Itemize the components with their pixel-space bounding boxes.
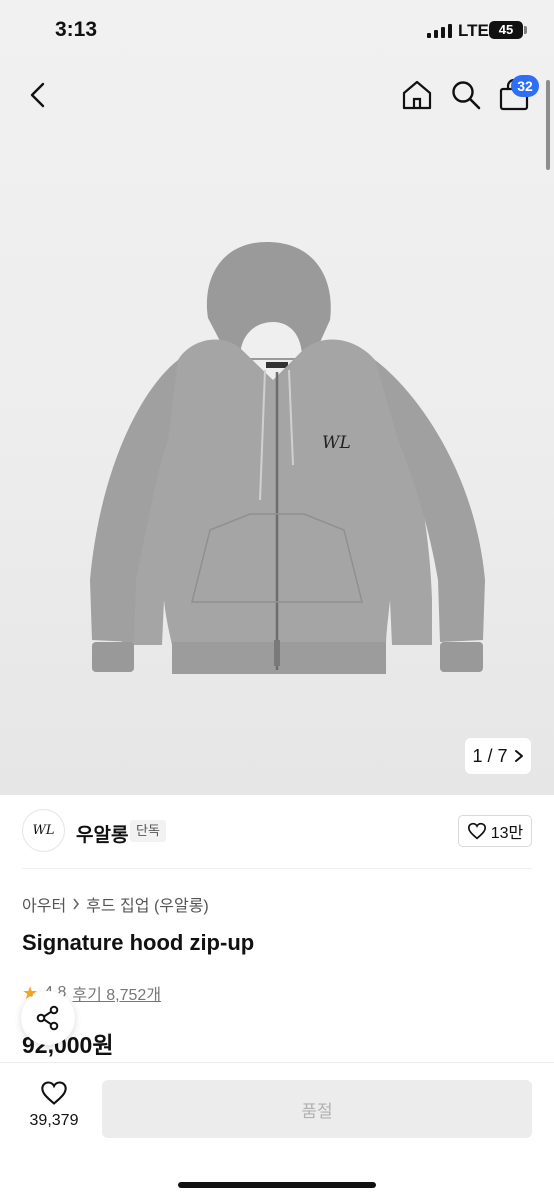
battery-tip (524, 26, 527, 34)
exclusive-badge: 단독 (130, 820, 166, 842)
network-label: LTE (458, 21, 489, 40)
scroll-indicator (546, 80, 550, 170)
cart-count-badge: 32 (511, 75, 539, 97)
pager-label: 1 / 7 (472, 745, 508, 766)
status-bar: 3:13 LTE 45 (0, 0, 554, 62)
brand-like-button[interactable]: 13만 (458, 815, 532, 847)
home-indicator (178, 1182, 376, 1188)
heart-icon (467, 822, 486, 840)
wishlist-button[interactable]: 39,379 (22, 1080, 86, 1140)
home-icon[interactable] (400, 78, 434, 112)
gallery-pager[interactable]: 1 / 7 (465, 738, 531, 774)
search-icon[interactable] (449, 78, 483, 112)
product-title: Signature hood zip-up (22, 930, 255, 955)
brand-like-count: 13만 (490, 825, 524, 842)
clock: 3:13 (55, 18, 98, 41)
chevron-right-icon (514, 750, 523, 762)
product-image[interactable]: WL (90, 240, 485, 680)
breadcrumb: 아우터 후드 집업 (우알롱) (22, 892, 209, 916)
product-page: 3:13 LTE 45 32 WL 1 / 7 WL 우알롱 단독 13만 아우… (0, 0, 554, 1200)
wishlist-count: 39,379 (29, 1112, 79, 1129)
brand-name[interactable]: 우알롱 (76, 820, 128, 847)
signal-icon (427, 24, 452, 38)
divider (22, 868, 532, 869)
battery-icon: 45 (489, 21, 523, 39)
breadcrumb-subcategory[interactable]: 후드 집업 (우알롱) (86, 892, 209, 916)
breadcrumb-category[interactable]: 아우터 (22, 892, 66, 916)
sold-out-button[interactable]: 품절 (102, 1080, 532, 1138)
share-button[interactable] (21, 991, 75, 1045)
svg-text:WL: WL (322, 433, 351, 453)
review-link[interactable]: 후기 8,752개 (72, 981, 161, 1005)
heart-icon (41, 1081, 67, 1105)
product-gallery[interactable]: 3:13 LTE 45 32 WL 1 / 7 (0, 0, 554, 795)
chevron-right-icon (73, 898, 80, 910)
back-icon[interactable] (22, 78, 56, 112)
brand-logo[interactable]: WL (22, 809, 65, 852)
share-icon (36, 1005, 59, 1031)
